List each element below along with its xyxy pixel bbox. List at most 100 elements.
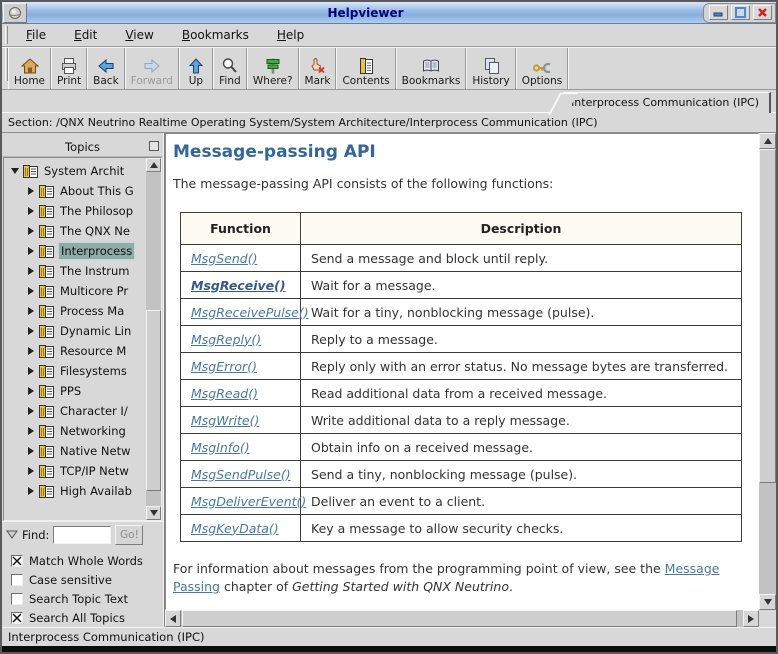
panel-toggle-button[interactable]: [149, 141, 159, 151]
tree-item[interactable]: High Availab: [4, 481, 146, 501]
menu-edit[interactable]: Edit: [64, 25, 107, 45]
scroll-up-button[interactable]: [146, 158, 161, 172]
tree-item[interactable]: Multicore Pr: [4, 281, 146, 301]
options-button[interactable]: Options: [516, 48, 569, 89]
function-link[interactable]: MsgReceivePulse(): [191, 305, 309, 320]
scroll-down-button[interactable]: [759, 594, 776, 610]
checkbox-checked-icon: [11, 555, 23, 567]
menu-help[interactable]: Help: [267, 25, 314, 45]
tree-item[interactable]: The QNX Ne: [4, 221, 146, 241]
close-button[interactable]: [753, 5, 772, 20]
tree-item[interactable]: Native Netw: [4, 441, 146, 461]
toolbar-spacer: [568, 48, 776, 89]
checkbox-match-whole-words[interactable]: Match Whole Words: [11, 551, 163, 570]
up-button[interactable]: Up: [179, 48, 213, 89]
tree-scrollbar[interactable]: [146, 158, 161, 520]
contents-button[interactable]: Contents: [336, 48, 395, 89]
function-link[interactable]: MsgError(): [191, 359, 257, 374]
tree-item-selected[interactable]: Interprocess: [4, 241, 146, 261]
tree-item[interactable]: Dynamic Lin: [4, 321, 146, 341]
collapse-triangle-icon[interactable]: [6, 530, 18, 539]
function-link[interactable]: MsgSendPulse(): [191, 467, 291, 482]
tree-item[interactable]: PPS: [4, 381, 146, 401]
tree-items: System Archit About This G The Philosop …: [4, 158, 146, 520]
tree-item[interactable]: Character I/: [4, 401, 146, 421]
tree-item[interactable]: Resource M: [4, 341, 146, 361]
mark-button[interactable]: Mark: [299, 48, 337, 89]
menu-bookmarks[interactable]: Bookmarks: [172, 25, 259, 45]
scrollbar-thumb[interactable]: [759, 149, 776, 483]
tab-row: Interprocess Communication (IPC): [2, 90, 776, 113]
back-button[interactable]: Back: [87, 48, 125, 89]
find-row: Find: Go!: [2, 521, 163, 547]
tree-item[interactable]: Filesystems: [4, 361, 146, 381]
function-link[interactable]: MsgWrite(): [191, 413, 259, 428]
checkbox-search-topic-text[interactable]: Search Topic Text: [11, 589, 163, 608]
window-menu-button[interactable]: [3, 3, 27, 23]
where-button[interactable]: Where?: [247, 48, 299, 89]
scroll-down-button[interactable]: [146, 506, 161, 520]
book-icon: [39, 285, 54, 298]
triangle-left-icon: [170, 615, 176, 623]
column-header-function: Function: [181, 213, 301, 245]
scroll-left-button[interactable]: [165, 610, 181, 627]
function-link[interactable]: MsgSend(): [191, 251, 257, 266]
book-icon: [39, 485, 54, 498]
chevron-right-icon: [27, 267, 35, 275]
maximize-button[interactable]: [731, 5, 750, 20]
menu-view[interactable]: View: [115, 25, 163, 45]
tree-item[interactable]: Process Ma: [4, 301, 146, 321]
table-row: MsgWrite() Write additional data to a rep…: [181, 407, 742, 434]
forward-button[interactable]: Forward: [125, 48, 179, 89]
function-description: Reply to a message.: [301, 326, 742, 353]
intro-paragraph: The message-passing API consists of the …: [173, 176, 758, 191]
tree-item[interactable]: TCP/IP Netw: [4, 461, 146, 481]
function-link[interactable]: MsgReceive(): [191, 278, 286, 293]
history-button[interactable]: History: [466, 48, 515, 89]
tree-item[interactable]: About This G: [4, 181, 146, 201]
tree-item[interactable]: Networking: [4, 421, 146, 441]
book-icon: [39, 445, 54, 458]
content-pane: Message-passing API The message-passing …: [164, 133, 776, 627]
function-link[interactable]: MsgRead(): [191, 386, 258, 401]
menu-file[interactable]: File: [16, 25, 56, 45]
menubar-grip[interactable]: [5, 26, 8, 44]
book-icon: [39, 225, 54, 238]
find-input[interactable]: [53, 526, 111, 544]
main-area: Topics System Archit About This G The Ph…: [2, 133, 776, 627]
bookmarks-button[interactable]: Bookmarks: [396, 48, 467, 89]
checkbox-search-all-topics[interactable]: Search All Topics: [11, 608, 163, 627]
function-link[interactable]: MsgReply(): [191, 332, 261, 347]
scrollbar-thumb[interactable]: [146, 310, 161, 491]
function-link[interactable]: MsgDeliverEvent(): [191, 494, 306, 509]
open-book-icon: [421, 55, 441, 75]
search-options: Match Whole Words Case sensitive Search …: [2, 547, 163, 627]
go-button[interactable]: Go!: [115, 525, 143, 545]
tab-interprocess-communication[interactable]: Interprocess Communication (IPC): [563, 92, 771, 113]
scroll-right-button[interactable]: [743, 610, 759, 627]
table-row: MsgDeliverEvent()Deliver an event to a c…: [181, 488, 742, 515]
tree-item[interactable]: System Archit: [4, 161, 146, 181]
scrollbar-thumb[interactable]: [182, 610, 737, 627]
book-icon: [39, 265, 54, 278]
content-vertical-scrollbar[interactable]: [759, 133, 776, 610]
minimize-button[interactable]: [709, 5, 728, 20]
table-row: MsgReply() Reply to a message.: [181, 326, 742, 353]
close-icon: [757, 7, 768, 18]
triangle-up-icon: [764, 138, 772, 144]
content-horizontal-scrollbar[interactable]: [165, 610, 759, 627]
tree-item[interactable]: The Philosop: [4, 201, 146, 221]
chevron-right-icon: [27, 407, 35, 415]
function-link[interactable]: MsgInfo(): [191, 440, 250, 455]
topics-sidebar: Topics System Archit About This G The Ph…: [2, 133, 164, 627]
tree-item[interactable]: The Instrum: [4, 261, 146, 281]
function-description: Write additional data to a reply message…: [301, 407, 742, 434]
find-button[interactable]: Find: [213, 48, 247, 89]
print-button[interactable]: Print: [51, 48, 87, 89]
scroll-up-button[interactable]: [759, 133, 776, 149]
function-link[interactable]: MsgKeyData(): [191, 521, 279, 536]
checkbox-unchecked-icon: [11, 593, 23, 605]
home-button[interactable]: Home: [8, 48, 51, 89]
checkbox-case-sensitive[interactable]: Case sensitive: [11, 570, 163, 589]
magnifier-icon: [220, 55, 240, 75]
